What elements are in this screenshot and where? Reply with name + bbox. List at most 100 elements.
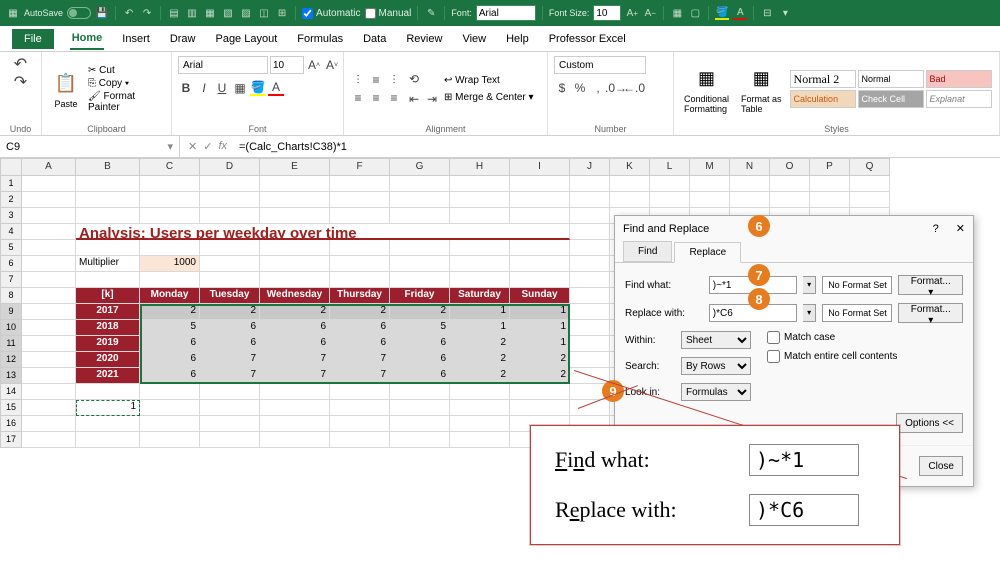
row-header[interactable]: 3: [0, 208, 22, 224]
cell[interactable]: [690, 192, 730, 208]
cell[interactable]: 1: [510, 336, 570, 352]
cell[interactable]: [570, 288, 610, 304]
row-header[interactable]: 12: [0, 352, 22, 368]
cell[interactable]: [140, 208, 200, 224]
cell[interactable]: [200, 384, 260, 400]
enter-icon[interactable]: ✓: [203, 140, 212, 153]
column-header[interactable]: K: [610, 158, 650, 176]
cell[interactable]: 2: [510, 352, 570, 368]
cell[interactable]: 2: [390, 304, 450, 320]
cell[interactable]: [22, 304, 76, 320]
cell[interactable]: [200, 416, 260, 432]
column-header[interactable]: B: [76, 158, 140, 176]
increase-decimal-icon[interactable]: .0→: [608, 80, 624, 96]
cell[interactable]: [850, 192, 890, 208]
percent-icon[interactable]: %: [572, 80, 588, 96]
cell[interactable]: [76, 432, 140, 448]
cell[interactable]: [330, 384, 390, 400]
match-entire-checkbox[interactable]: Match entire cell contents: [767, 350, 897, 363]
decrease-decimal-icon[interactable]: ←.0: [626, 80, 642, 96]
cell[interactable]: [570, 352, 610, 368]
replace-format-button[interactable]: Format... ▾: [898, 303, 963, 323]
font-color-icon[interactable]: A: [733, 6, 747, 20]
options-button[interactable]: Options <<: [896, 413, 963, 433]
cell[interactable]: 6: [330, 336, 390, 352]
cell[interactable]: [260, 384, 330, 400]
cell[interactable]: [610, 176, 650, 192]
cell[interactable]: 6: [200, 336, 260, 352]
cell[interactable]: 6: [200, 320, 260, 336]
cell[interactable]: [76, 240, 140, 256]
cell[interactable]: [570, 256, 610, 272]
row-header[interactable]: 13: [0, 368, 22, 384]
cell[interactable]: [22, 272, 76, 288]
name-box[interactable]: C9▾: [0, 136, 180, 157]
cell[interactable]: [570, 240, 610, 256]
cell[interactable]: [510, 192, 570, 208]
cancel-icon[interactable]: ✕: [188, 140, 197, 153]
cell[interactable]: [810, 176, 850, 192]
cell[interactable]: Wednesday: [260, 288, 330, 304]
format-painter-button[interactable]: 🖌 Format Painter: [88, 91, 165, 113]
cell[interactable]: [22, 224, 76, 240]
qa-icon[interactable]: ▥: [185, 6, 199, 20]
cell[interactable]: [510, 240, 570, 256]
cell[interactable]: 2018: [76, 320, 140, 336]
cell[interactable]: [390, 240, 450, 256]
cell[interactable]: [k]: [76, 288, 140, 304]
cell[interactable]: [22, 320, 76, 336]
cell[interactable]: 6: [260, 336, 330, 352]
cell[interactable]: [76, 176, 140, 192]
qa-icon[interactable]: ▧: [221, 6, 235, 20]
cell[interactable]: [510, 272, 570, 288]
cell[interactable]: Saturday: [450, 288, 510, 304]
lookin-select[interactable]: Formulas: [681, 383, 751, 401]
cell[interactable]: [260, 240, 330, 256]
cell[interactable]: 2: [200, 304, 260, 320]
cell[interactable]: [810, 192, 850, 208]
merge-center-button[interactable]: ⊞ Merge & Center ▾: [444, 92, 534, 103]
column-header[interactable]: F: [330, 158, 390, 176]
row-header[interactable]: 6: [0, 256, 22, 272]
column-header[interactable]: C: [140, 158, 200, 176]
cell[interactable]: 2020: [76, 352, 140, 368]
cell[interactable]: [650, 176, 690, 192]
tab-draw[interactable]: Draw: [168, 29, 198, 49]
cell[interactable]: [510, 256, 570, 272]
cell[interactable]: [260, 416, 330, 432]
column-header[interactable]: Q: [850, 158, 890, 176]
cell[interactable]: [390, 208, 450, 224]
cell[interactable]: 2: [450, 368, 510, 384]
cell[interactable]: 1000: [140, 256, 200, 272]
cell[interactable]: [76, 384, 140, 400]
cell[interactable]: Analysis: Users per weekday over time: [76, 224, 570, 240]
align-bottom-icon[interactable]: ⫶: [386, 72, 402, 88]
qa-icon[interactable]: ⊞: [275, 6, 289, 20]
cell[interactable]: [390, 192, 450, 208]
style-explanatory[interactable]: Explanat: [926, 90, 992, 108]
cell[interactable]: 7: [330, 368, 390, 384]
style-check-cell[interactable]: Check Cell: [858, 90, 924, 108]
cell[interactable]: 7: [260, 352, 330, 368]
cell[interactable]: [330, 192, 390, 208]
increase-font-icon[interactable]: A˄: [306, 57, 322, 73]
cell[interactable]: [510, 176, 570, 192]
cell[interactable]: [22, 256, 76, 272]
cell[interactable]: [140, 432, 200, 448]
cell[interactable]: [140, 384, 200, 400]
cell[interactable]: 1: [510, 304, 570, 320]
column-header[interactable]: A: [22, 158, 76, 176]
cell[interactable]: 2: [450, 352, 510, 368]
cell[interactable]: [200, 400, 260, 416]
cell[interactable]: [510, 208, 570, 224]
style-normal[interactable]: Normal: [858, 70, 924, 88]
cell[interactable]: [330, 208, 390, 224]
column-header[interactable]: L: [650, 158, 690, 176]
column-header[interactable]: G: [390, 158, 450, 176]
cell[interactable]: [390, 272, 450, 288]
column-header[interactable]: E: [260, 158, 330, 176]
cell[interactable]: [450, 240, 510, 256]
cut-button[interactable]: ✂ Cut: [88, 65, 165, 76]
copy-button[interactable]: ⎘ Copy ▾: [88, 78, 165, 89]
undo-icon[interactable]: ↶: [122, 6, 136, 20]
